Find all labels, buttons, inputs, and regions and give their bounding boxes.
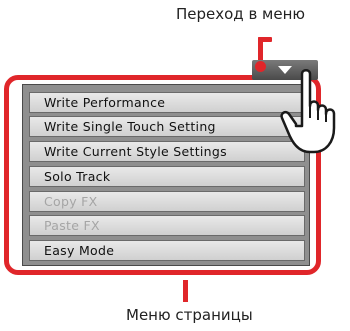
menu-item-copy-fx: Copy FX (29, 191, 305, 212)
menu-item-write-performance[interactable]: Write Performance (29, 92, 305, 113)
menu-item-write-single-touch-setting[interactable]: Write Single Touch Setting (29, 116, 305, 137)
menu-button-callout: Переход в меню (176, 5, 306, 23)
page-menu-callout: Меню страницы (126, 306, 253, 324)
menu-item-write-current-style-settings[interactable]: Write Current Style Settings (29, 141, 305, 162)
hand-pointer-icon (280, 69, 336, 154)
menu-item-paste-fx: Paste FX (29, 215, 305, 236)
menu-item-solo-track[interactable]: Solo Track (29, 166, 305, 187)
page-menu-leader (183, 280, 188, 302)
page-menu: Write Performance Write Single Touch Set… (22, 84, 310, 266)
menu-item-easy-mode[interactable]: Easy Mode (29, 240, 305, 261)
menu-button-leader-dot (255, 61, 266, 72)
